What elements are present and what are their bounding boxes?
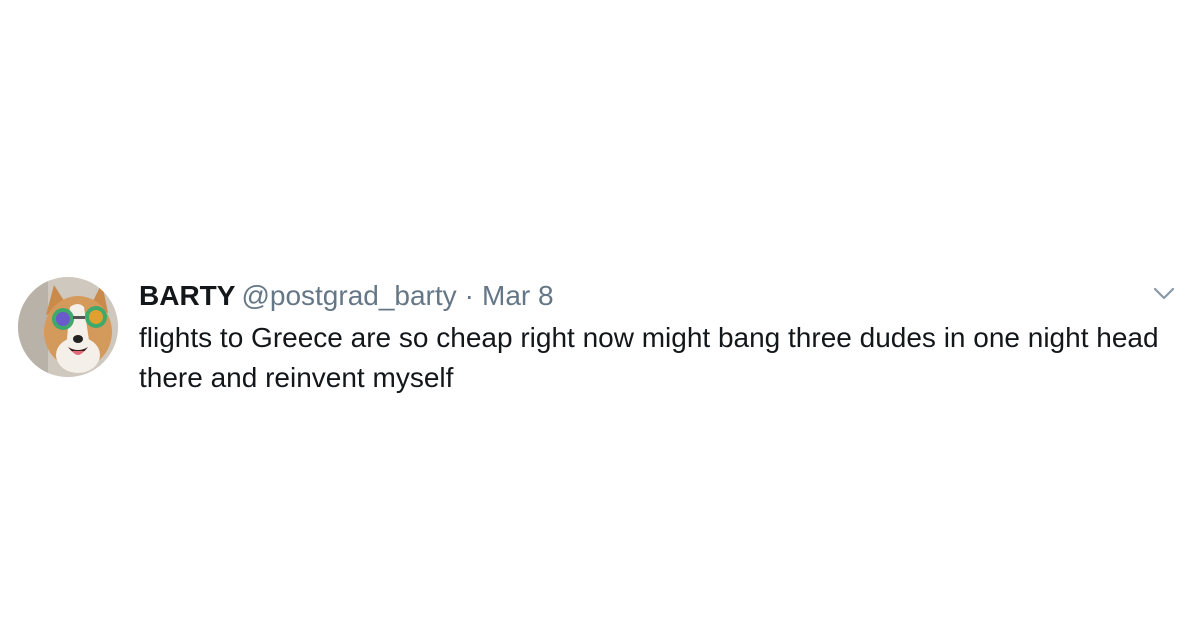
tweet-date[interactable]: Mar 8 <box>482 280 554 311</box>
corgi-avatar-icon <box>18 277 118 377</box>
tweet-text: flights to Greece are so cheap right now… <box>139 322 1159 393</box>
chevron-down-icon[interactable] <box>1150 282 1178 304</box>
tweet: BARTY @postgrad_barty · Mar 8 flights to Gr… <box>0 0 1198 627</box>
display-name[interactable]: BARTY <box>139 280 235 311</box>
user-handle[interactable]: @postgrad_barty <box>241 280 456 311</box>
tweet-header: BARTY @postgrad_barty · Mar 8 <box>139 278 554 314</box>
separator-dot: · <box>464 280 474 311</box>
avatar[interactable] <box>18 277 118 377</box>
